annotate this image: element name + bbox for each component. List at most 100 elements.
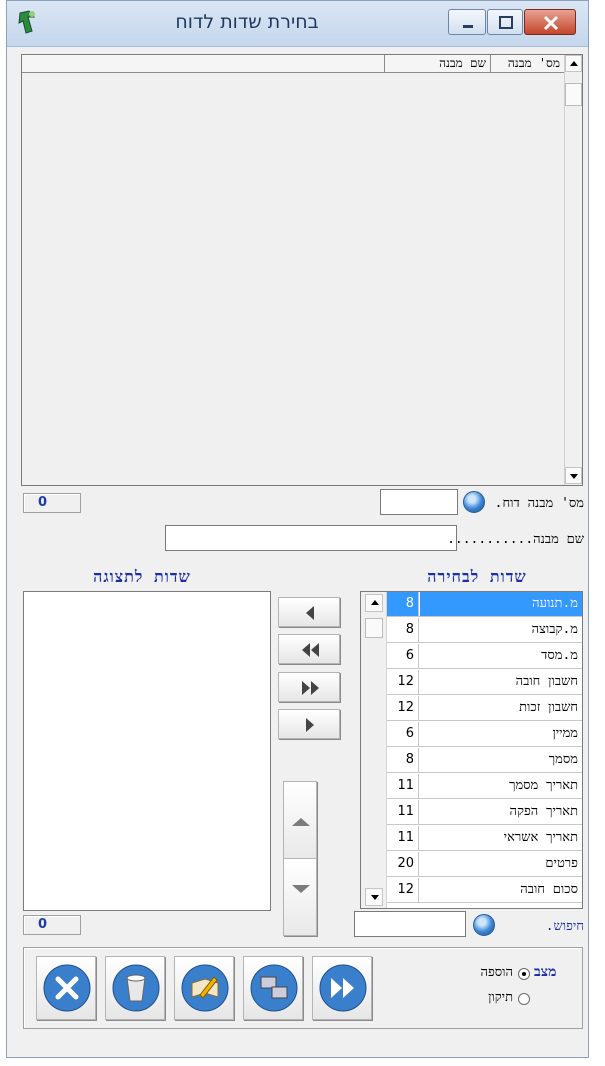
double-arrow-right-icon [302, 681, 319, 695]
minimize-icon [463, 25, 473, 28]
globe-lookup-icon[interactable] [463, 491, 485, 513]
display-fields-title: שדות לתצוגה [93, 567, 191, 586]
field-row[interactable]: 8 מ.תנועה [387, 592, 582, 617]
field-row[interactable]: 6 ממיין [387, 722, 582, 747]
field-name: סכום חובה [520, 882, 578, 897]
window-title: בחירת שדות לדוח [175, 11, 319, 33]
action-bar: מצב הוספה תיקון [23, 947, 583, 1029]
field-width: 6 [387, 722, 419, 746]
available-fields-title: שדות לבחירה [427, 567, 527, 586]
available-fields-list[interactable]: 8 מ.תנועה 8 מ.קבוצה 6 מ.מסד 12 חשבון חובה 12 חשבו… [360, 591, 583, 909]
forward-button[interactable] [312, 956, 372, 1020]
maximize-icon [499, 16, 513, 29]
arrow-up-icon [371, 600, 379, 605]
double-arrow-left-icon [302, 643, 319, 657]
field-width: 6 [387, 644, 419, 668]
close-icon [543, 15, 559, 31]
trash-icon [112, 964, 160, 1012]
arrow-left-icon [306, 606, 314, 620]
structures-grid-scrollbar[interactable] [564, 55, 582, 485]
column-structure-number[interactable]: מס' מבנה [490, 55, 564, 72]
edit-button[interactable] [174, 956, 234, 1020]
field-name: תאריך מסמך [509, 778, 578, 793]
field-name: תאריך אשראי [503, 830, 578, 845]
edit-pencil-icon [181, 964, 229, 1012]
field-row[interactable]: 12 חשבון חובה [387, 670, 582, 695]
structure-name-input[interactable] [165, 525, 457, 551]
scroll-up-button[interactable] [365, 594, 383, 612]
structure-name-label: שם מבנה........... [447, 532, 584, 547]
arrow-down-icon [371, 895, 379, 900]
field-name: ממיין [552, 726, 578, 741]
field-row[interactable]: 12 סכום חובה [387, 878, 582, 903]
field-width: 8 [387, 748, 419, 772]
field-width: 11 [387, 826, 419, 850]
title-bar: בחירת שדות לדוח [7, 1, 588, 47]
field-row[interactable]: 20 פרטים [387, 852, 582, 877]
globe-search-icon[interactable] [473, 914, 495, 936]
available-fields-scrollbar[interactable] [361, 592, 387, 908]
move-up-button[interactable] [283, 781, 317, 859]
structures-grid[interactable]: מס' מבנה שם מבנה [21, 54, 583, 486]
field-name: מסמך [548, 752, 578, 767]
mode-edit-radio[interactable] [518, 993, 530, 1005]
structures-grid-header: מס' מבנה שם מבנה [22, 55, 564, 73]
mode-edit-label[interactable]: תיקון [455, 989, 513, 1005]
field-width: 8 [387, 592, 419, 616]
arrow-up-icon [292, 818, 310, 826]
arrow-up-icon [570, 61, 578, 66]
display-fields-list[interactable] [23, 591, 271, 911]
search-input[interactable] [354, 911, 466, 937]
network-button[interactable] [243, 956, 303, 1020]
arrow-down-icon [292, 885, 310, 893]
field-row[interactable]: 8 מ.קבוצה [387, 618, 582, 643]
mode-add-label[interactable]: הוספה [455, 964, 514, 980]
scroll-down-button[interactable] [365, 888, 383, 906]
cancel-button[interactable] [36, 956, 96, 1020]
mode-title: מצב [534, 964, 557, 980]
column-structure-name[interactable]: שם מבנה [384, 55, 490, 72]
move-one-right-button[interactable] [278, 709, 340, 739]
field-width: 12 [387, 878, 419, 902]
move-all-left-button[interactable] [278, 634, 340, 664]
field-name: מ.תנועה [420, 592, 582, 616]
field-width: 11 [387, 800, 419, 824]
cancel-icon [43, 964, 91, 1012]
arrow-down-icon [570, 474, 578, 479]
scroll-down-button[interactable] [565, 467, 582, 484]
move-all-right-button[interactable] [278, 672, 340, 702]
app-icon [18, 10, 36, 34]
field-row[interactable]: 6 מ.מסד [387, 644, 582, 669]
fast-forward-icon [319, 964, 367, 1012]
field-row[interactable]: 11 תאריך הפקה [387, 800, 582, 825]
close-window-button[interactable] [524, 9, 576, 35]
report-structure-number-label: מס' מבנה דוח. [494, 496, 584, 511]
structures-count: 0 [23, 493, 81, 513]
report-fields-window: בחירת שדות לדוח מס' מבנה שם מבנה 0 מס' מ… [6, 0, 589, 1058]
scroll-up-button[interactable] [565, 55, 582, 72]
field-row[interactable]: 12 חשבון זכות [387, 696, 582, 721]
field-name: חשבון חובה [515, 674, 578, 689]
field-width: 20 [387, 852, 419, 876]
field-width: 11 [387, 774, 419, 798]
field-name: תאריך הפקה [509, 804, 578, 819]
scroll-thumb[interactable] [365, 618, 383, 638]
field-name: מ.קבוצה [531, 622, 578, 637]
search-label: חיפוש. [545, 919, 584, 934]
computers-icon [250, 964, 298, 1012]
field-row[interactable]: 11 תאריך אשראי [387, 826, 582, 851]
delete-button[interactable] [105, 956, 165, 1020]
field-name: פרטים [545, 856, 578, 871]
mode-add-radio[interactable] [518, 968, 530, 980]
field-row[interactable]: 8 מסמך [387, 748, 582, 773]
field-width: 12 [387, 670, 419, 694]
maximize-button[interactable] [487, 9, 523, 35]
minimize-button[interactable] [448, 9, 486, 35]
field-width: 8 [387, 618, 419, 642]
scroll-thumb[interactable] [565, 83, 582, 106]
report-structure-number-input[interactable] [380, 489, 458, 515]
move-one-left-button[interactable] [278, 597, 340, 627]
field-row[interactable]: 11 תאריך מסמך [387, 774, 582, 799]
move-down-button[interactable] [283, 858, 317, 936]
arrow-right-icon [306, 718, 314, 732]
